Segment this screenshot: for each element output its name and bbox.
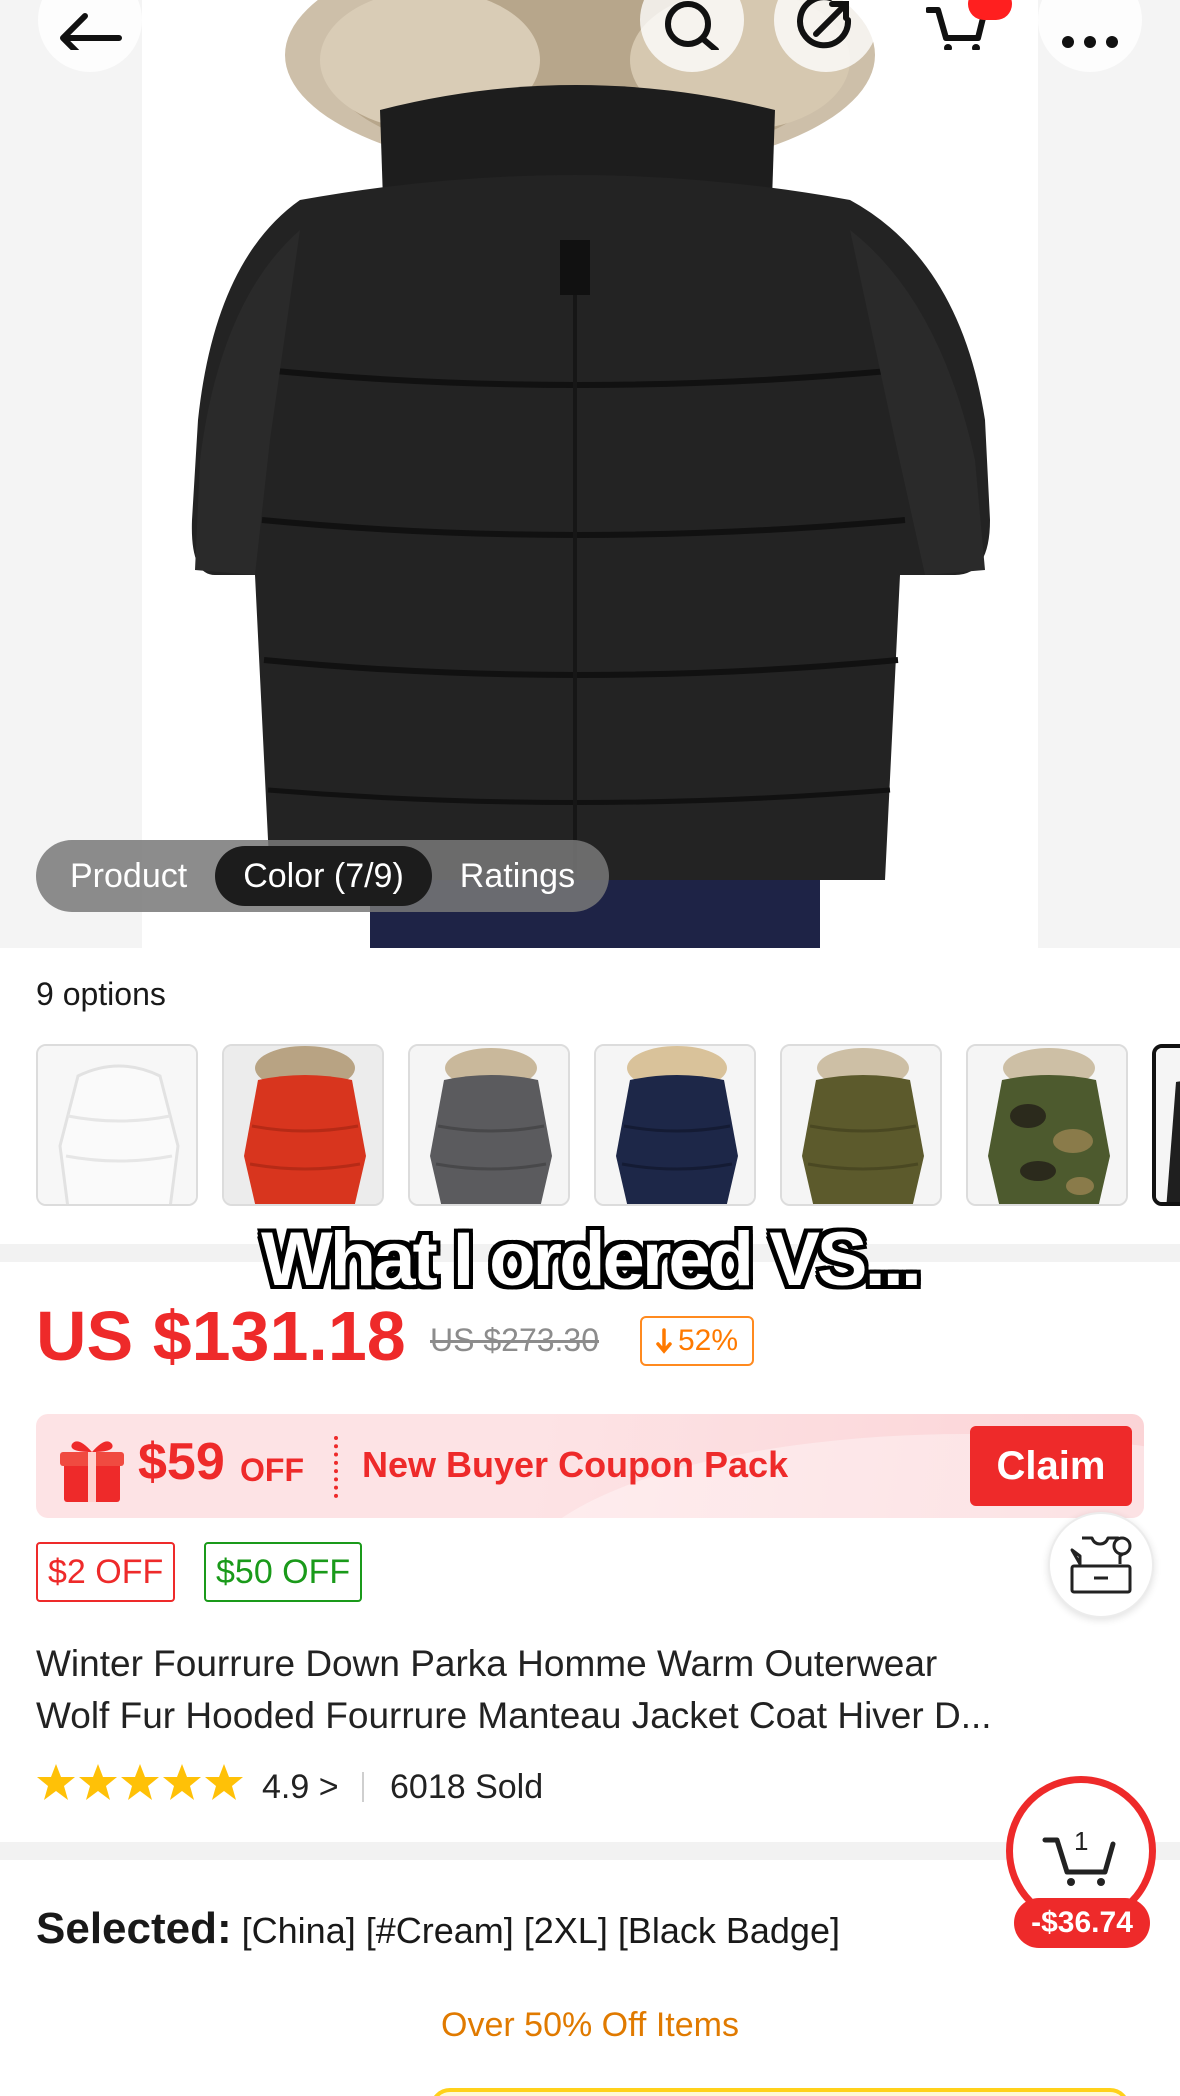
- coupon-banner[interactable]: $59 OFF New Buyer Coupon Pack Claim: [36, 1414, 1144, 1518]
- tab-ratings[interactable]: Ratings: [432, 846, 603, 906]
- coupon-text: New Buyer Coupon Pack: [362, 1444, 789, 1485]
- color-option-grey[interactable]: [408, 1044, 570, 1206]
- product-title-line-2: Wolf Fur Hooded Fourrure Manteau Jacket …: [36, 1695, 992, 1736]
- bottom-promo-pill[interactable]: [430, 2088, 1130, 2096]
- video-caption-overlay: What I ordered VS...: [261, 1217, 922, 1302]
- coupon-off-label: OFF: [240, 1452, 304, 1488]
- product-title: Winter Fourrure Down Parka Homme Warm Ou…: [36, 1638, 1146, 1742]
- gallery-tabs: Product Color (7/9) Ratings: [36, 840, 610, 912]
- coupon-amount: $59: [138, 1433, 225, 1491]
- down-arrow-icon: [656, 1328, 672, 1354]
- section-divider: [0, 1842, 1180, 1860]
- more-dots-icon: [1062, 36, 1118, 48]
- original-price: US $273.30: [430, 1322, 600, 1358]
- back-arrow-icon: [60, 13, 122, 50]
- selected-value: [China] [#Cream] [2XL] [Black Badge]: [241, 1910, 840, 1951]
- star-icon: [163, 1764, 201, 1800]
- share-icon: [797, 0, 852, 49]
- color-option-black[interactable]: [1152, 1044, 1180, 1206]
- gift-icon: [60, 1441, 124, 1502]
- color-options: [36, 1044, 1180, 1206]
- tab-color[interactable]: Color (7/9): [215, 846, 432, 906]
- sold-count: 6018 Sold: [390, 1768, 544, 1806]
- selected-variant[interactable]: Selected: [China] [#Cream] [2XL] [Black …: [36, 1904, 840, 1954]
- try-on-button[interactable]: [1048, 1512, 1154, 1618]
- coupon-separator: [334, 1436, 338, 1498]
- star-icon: [205, 1764, 243, 1800]
- floating-cart-count: 1: [1074, 1826, 1089, 1856]
- color-option-olive[interactable]: [780, 1044, 942, 1206]
- coupon-tag-2-off[interactable]: $2 OFF: [36, 1542, 176, 1602]
- color-option-camo[interactable]: [966, 1044, 1128, 1206]
- selected-label: Selected:: [36, 1904, 232, 1953]
- rating-separator: [362, 1772, 364, 1802]
- coupon-tag-50-off[interactable]: $50 OFF: [204, 1542, 363, 1602]
- product-title-line-1: Winter Fourrure Down Parka Homme Warm Ou…: [36, 1643, 938, 1684]
- search-icon: [665, 1, 719, 50]
- rating-stars: [36, 1762, 244, 1802]
- discount-percent: 52%: [678, 1324, 739, 1357]
- tab-product[interactable]: Product: [42, 846, 215, 906]
- color-option-navy[interactable]: [594, 1044, 756, 1206]
- color-option-white[interactable]: [36, 1044, 198, 1206]
- color-option-red[interactable]: [222, 1044, 384, 1206]
- wardrobe-icon: [1070, 1536, 1132, 1594]
- promo-banner-text[interactable]: Over 50% Off Items: [0, 2006, 1180, 2045]
- discount-badge: 52%: [640, 1316, 755, 1366]
- floating-cart-saving: -$36.74: [1014, 1898, 1150, 1948]
- rating-value-link[interactable]: 4.9 >: [262, 1768, 339, 1807]
- product-hero-image[interactable]: Product Color (7/9) Ratings: [0, 0, 1180, 948]
- star-icon: [79, 1764, 117, 1800]
- claim-button[interactable]: Claim: [970, 1426, 1132, 1506]
- star-icon: [121, 1764, 159, 1800]
- parka-back-image: [0, 0, 1180, 948]
- product-page: Product Color (7/9) Ratings 9 options Wh…: [0, 0, 1180, 2096]
- star-icon: [37, 1764, 75, 1800]
- options-count: 9 options: [36, 976, 166, 1012]
- current-price: US $131.18: [36, 1297, 406, 1375]
